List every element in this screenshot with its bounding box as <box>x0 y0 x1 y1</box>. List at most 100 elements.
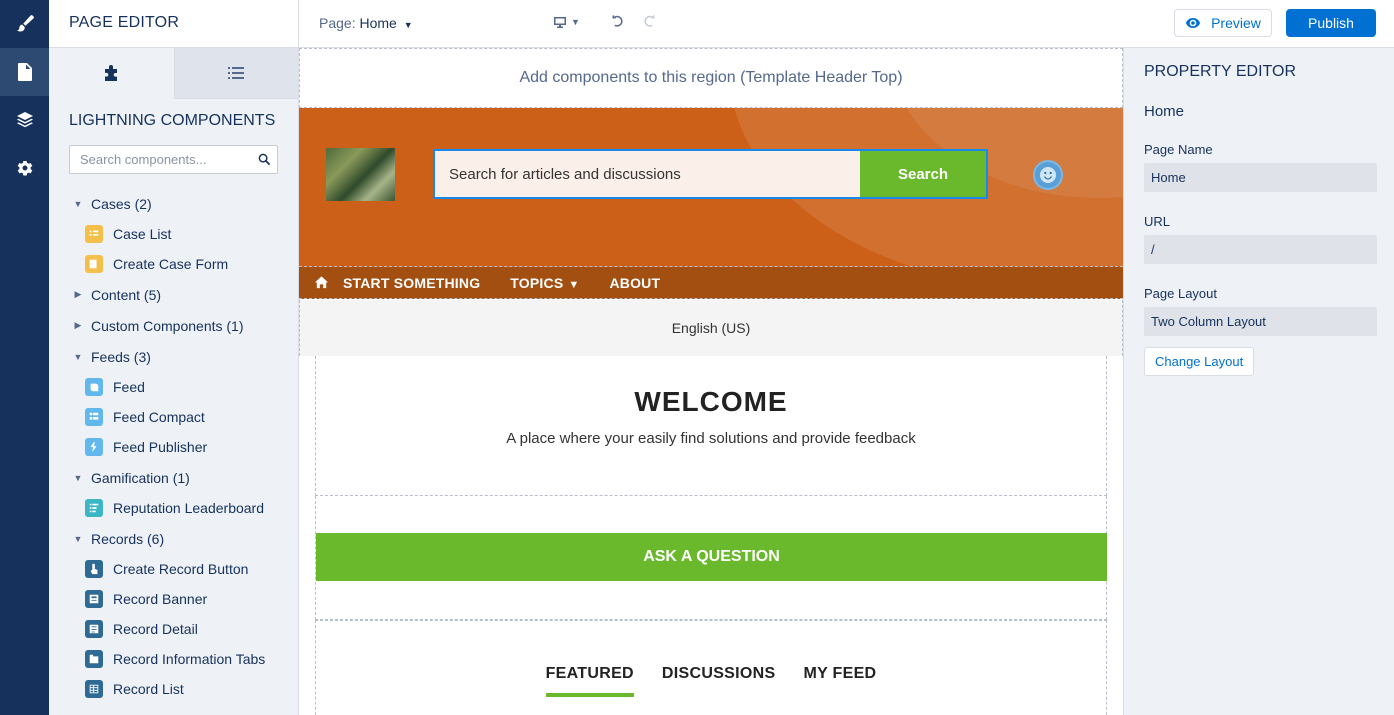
component-item[interactable]: Feed Compact <box>49 402 298 432</box>
leaderboard-icon <box>85 499 103 517</box>
list-icon <box>85 225 103 243</box>
component-item[interactable]: Create Case Form <box>49 249 298 279</box>
page-layout-field[interactable]: Two Column Layout <box>1144 307 1377 336</box>
component-item[interactable]: Create Record Button <box>49 554 298 584</box>
feed-icon <box>85 378 103 396</box>
layers-icon <box>16 112 33 128</box>
component-label: Reputation Leaderboard <box>113 500 265 516</box>
search-icon <box>258 153 271 166</box>
form-icon <box>85 255 103 273</box>
user-avatar[interactable] <box>1033 160 1063 190</box>
tab-featured[interactable]: FEATURED <box>545 665 634 697</box>
nav-topics-label: TOPICS <box>510 274 564 291</box>
theme-rail-button[interactable] <box>0 0 49 48</box>
tab-page-structure[interactable] <box>173 48 298 99</box>
page-canvas: Add components to this region (Template … <box>299 48 1123 715</box>
component-item[interactable]: Feed Publisher <box>49 432 298 462</box>
left-icon-rail <box>0 0 49 715</box>
list-icon <box>228 67 245 79</box>
gear-icon <box>17 161 32 176</box>
table-icon <box>85 680 103 698</box>
caret-down-icon: ▼ <box>73 533 83 544</box>
redo-icon <box>644 15 655 27</box>
component-label: Record Detail <box>113 621 198 637</box>
page-icon <box>17 63 32 81</box>
component-item[interactable]: Record Detail <box>49 614 298 644</box>
puzzle-icon <box>105 64 118 81</box>
category-gamification[interactable]: ▼ Gamification (1) <box>49 462 298 493</box>
component-label: Create Record Button <box>113 561 249 577</box>
device-selector[interactable]: ▼ <box>553 15 580 29</box>
publish-button[interactable]: Publish <box>1286 9 1376 37</box>
top-toolbar: Page: Home ▼ ▼ Preview Publish <box>299 0 1394 48</box>
category-label: Gamification (1) <box>91 469 190 486</box>
component-item[interactable]: Feed <box>49 372 298 402</box>
page-name-label: Page Name <box>1144 142 1213 157</box>
category-label: Content (5) <box>91 286 162 303</box>
community-search-input[interactable] <box>435 151 860 197</box>
url-field[interactable]: / <box>1144 235 1377 264</box>
ask-question-section: ASK A QUESTION <box>315 496 1107 620</box>
category-feeds[interactable]: ▼ Feeds (3) <box>49 341 298 372</box>
component-search-input[interactable] <box>70 146 277 173</box>
hero-banner[interactable]: Search <box>299 108 1123 267</box>
detail-icon <box>85 620 103 638</box>
category-label: Custom Components (1) <box>91 317 244 334</box>
component-label: Feed <box>113 379 145 395</box>
page-rail-button[interactable] <box>0 48 49 96</box>
language-selector[interactable]: English (US) <box>299 300 1123 356</box>
community-logo <box>326 148 395 201</box>
caret-right-icon: ▶ <box>74 289 82 299</box>
undo-button[interactable] <box>611 14 626 34</box>
component-item[interactable]: Record Information Tabs <box>49 644 298 674</box>
nav-start-something[interactable]: START SOMETHING <box>343 275 480 291</box>
ask-question-button[interactable]: ASK A QUESTION <box>316 533 1107 581</box>
category-custom-components[interactable]: ▶ Custom Components (1) <box>49 310 298 341</box>
caret-down-icon: ▼ <box>73 472 83 483</box>
page-name-field[interactable]: Home <box>1144 163 1377 192</box>
nav-home[interactable] <box>299 275 343 290</box>
preview-button[interactable]: Preview <box>1174 9 1272 37</box>
component-item[interactable]: Reputation Leaderboard <box>49 493 298 523</box>
change-layout-button[interactable]: Change Layout <box>1144 347 1255 376</box>
url-label: URL <box>1144 214 1171 229</box>
component-item[interactable]: Case List <box>49 219 298 249</box>
eye-icon <box>1186 18 1201 28</box>
home-icon <box>314 276 328 289</box>
community-search: Search <box>433 149 988 199</box>
feed-compact-icon <box>85 408 103 426</box>
template-header-top-region[interactable]: Add components to this region (Template … <box>299 48 1123 108</box>
feed-tabs: FEATURED DISCUSSIONS MY FEED <box>316 665 1106 697</box>
panel-title: PAGE EDITOR <box>49 0 298 48</box>
nav-about[interactable]: ABOUT <box>609 275 660 291</box>
category-label: Feeds (3) <box>91 348 151 365</box>
page-layout-label: Page Layout <box>1144 286 1218 301</box>
settings-rail-button[interactable] <box>0 144 49 192</box>
bolt-icon <box>85 438 103 456</box>
category-content[interactable]: ▶ Content (5) <box>49 279 298 310</box>
component-label: Case List <box>113 226 172 242</box>
category-records[interactable]: ▼ Records (6) <box>49 523 298 554</box>
tabs-icon <box>85 650 103 668</box>
touch-icon <box>85 560 103 578</box>
nav-topics[interactable]: TOPICS ▼ <box>510 275 579 291</box>
tab-components[interactable] <box>49 48 174 99</box>
caret-down-icon: ▼ <box>73 351 83 362</box>
chevron-down-icon: ▼ <box>403 20 413 30</box>
property-editor-title: PROPERTY EDITOR <box>1144 63 1297 80</box>
community-search-button[interactable]: Search <box>860 151 986 197</box>
caret-down-icon: ▼ <box>73 198 83 209</box>
banner-icon <box>85 590 103 608</box>
layers-rail-button[interactable] <box>0 96 49 144</box>
component-item[interactable]: Record List <box>49 674 298 704</box>
page-selector-label: Page: <box>319 15 356 31</box>
redo-button[interactable] <box>641 14 656 34</box>
welcome-section[interactable]: WELCOME A place where your easily find s… <box>315 356 1107 496</box>
page-selector[interactable]: Page: Home ▼ <box>319 15 413 31</box>
component-item[interactable]: Record Banner <box>49 584 298 614</box>
component-label: Record Banner <box>113 591 208 607</box>
component-label: Feed Compact <box>113 409 205 425</box>
tab-my-feed[interactable]: MY FEED <box>803 665 876 697</box>
category-cases[interactable]: ▼ Cases (2) <box>49 188 298 219</box>
tab-discussions[interactable]: DISCUSSIONS <box>662 665 776 697</box>
